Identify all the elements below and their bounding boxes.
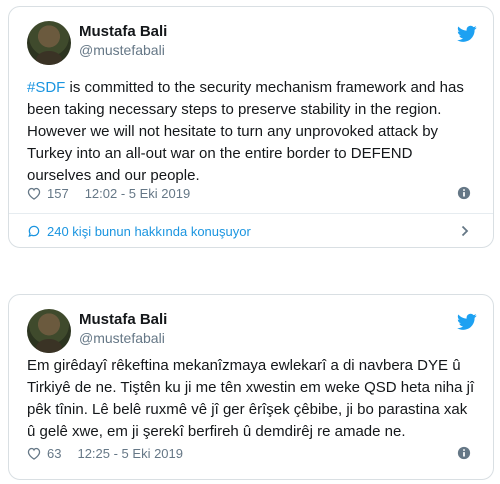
twitter-bird-icon[interactable]	[457, 313, 477, 331]
heart-icon[interactable]	[27, 187, 41, 200]
divider	[9, 213, 493, 214]
heart-icon[interactable]	[27, 447, 41, 460]
conversation-link[interactable]: 240 kişi bunun hakkında konuşuyor	[27, 221, 475, 241]
tweet-text: #SDF is committed to the security mechan…	[27, 77, 475, 187]
author-name[interactable]: Mustafa Bali	[79, 311, 167, 328]
tweet-timestamp[interactable]: 12:25 - 5 Eki 2019	[77, 446, 183, 461]
conversation-label[interactable]: 240 kişi bunun hakkında konuşuyor	[47, 224, 251, 239]
avatar[interactable]	[27, 21, 71, 65]
info-icon[interactable]	[457, 186, 471, 200]
tweet-card[interactable]: Mustafa Bali @mustefabali #SDF is commit…	[8, 6, 494, 248]
tweet-text-body: is committed to the security mechanism f…	[27, 79, 464, 184]
chevron-right-icon[interactable]	[461, 225, 469, 237]
tweet-meta: 63 12:25 - 5 Eki 2019	[27, 443, 475, 463]
author-name[interactable]: Mustafa Bali	[79, 23, 167, 40]
avatar[interactable]	[27, 309, 71, 353]
tweet-timestamp[interactable]: 12:02 - 5 Eki 2019	[85, 186, 191, 201]
speech-bubble-icon	[28, 225, 40, 237]
tweet-card[interactable]: Mustafa Bali @mustefabali Em girêdayî rê…	[8, 294, 494, 480]
author-handle[interactable]: @mustefabali	[79, 330, 165, 346]
like-count[interactable]: 63	[47, 446, 61, 461]
info-icon[interactable]	[457, 446, 471, 460]
like-count[interactable]: 157	[47, 186, 69, 201]
author-handle[interactable]: @mustefabali	[79, 42, 165, 58]
tweet-text: Em girêdayî rêkeftina mekanîzmaya ewleka…	[27, 357, 475, 440]
tweet-meta: 157 12:02 - 5 Eki 2019	[27, 183, 475, 203]
hashtag-link[interactable]: #SDF	[27, 79, 65, 96]
twitter-bird-icon[interactable]	[457, 25, 477, 43]
